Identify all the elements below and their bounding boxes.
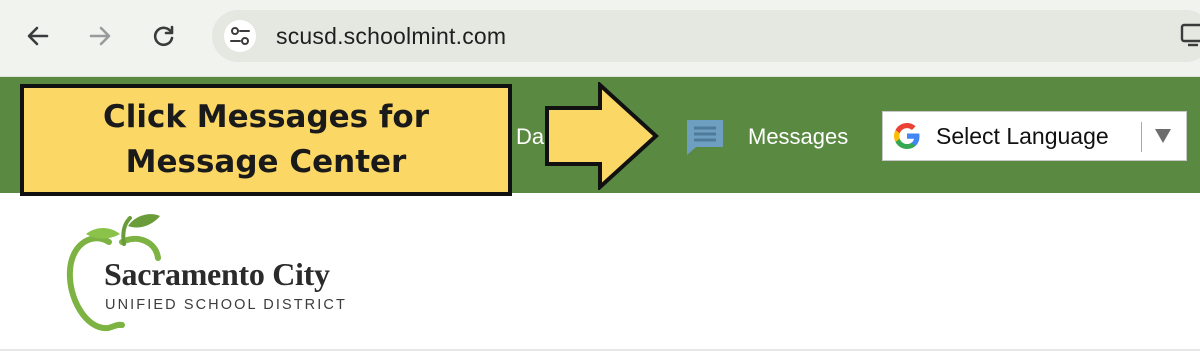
callout-arrow-icon	[545, 82, 659, 190]
dropdown-arrow-icon	[1155, 129, 1171, 143]
chat-bubble-icon[interactable]	[684, 117, 726, 157]
messages-link[interactable]: Messages	[748, 124, 848, 150]
forward-arrow-icon	[89, 26, 111, 46]
address-bar[interactable]: scusd.schoolmint.com	[212, 10, 1200, 62]
reload-button[interactable]	[144, 16, 184, 56]
url-text[interactable]: scusd.schoolmint.com	[276, 23, 506, 50]
back-button[interactable]	[18, 16, 58, 56]
callout-box: Click Messages for Message Center	[20, 84, 512, 196]
language-select[interactable]: Select Language	[882, 111, 1187, 161]
nav-item-partial[interactable]: Da	[516, 124, 544, 150]
site-info-icon	[230, 27, 250, 45]
callout-line-1: Click Messages for	[102, 99, 429, 135]
back-arrow-icon	[27, 26, 49, 46]
forward-button[interactable]	[80, 16, 120, 56]
reload-icon	[153, 25, 174, 47]
language-select-label: Select Language	[936, 123, 1109, 149]
cast-icon[interactable]	[1180, 22, 1200, 48]
district-subtitle: UNIFIED SCHOOL DISTRICT	[105, 297, 347, 313]
callout-line-2: Message Center	[125, 144, 407, 180]
district-name: Sacramento City	[104, 256, 330, 292]
google-g-icon	[894, 123, 920, 149]
browser-toolbar: scusd.schoolmint.com	[0, 0, 1200, 77]
divider	[0, 349, 1200, 351]
select-divider	[1141, 122, 1142, 152]
site-info-button[interactable]	[224, 20, 256, 52]
